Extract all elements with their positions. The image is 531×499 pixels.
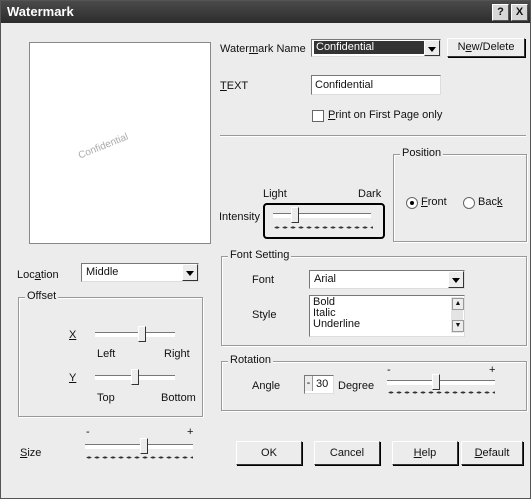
dialog-title: Watermark — [7, 4, 74, 19]
font-setting-group: Font Setting Font Arial Style Bold Itali… — [221, 249, 527, 346]
font-value: Arial — [314, 273, 337, 285]
rotation-plus-label: + — [489, 364, 496, 376]
size-slider[interactable] — [85, 437, 193, 465]
chevron-down-icon[interactable] — [424, 40, 440, 56]
offset-left-label: Left — [97, 348, 116, 360]
separator — [220, 135, 526, 137]
front-label: Front — [421, 196, 447, 208]
watermark-name-value: Confidential — [314, 41, 424, 54]
intensity-dark-label: Dark — [358, 188, 382, 200]
y-offset-slider[interactable] — [95, 369, 175, 385]
close-button[interactable]: X — [511, 4, 528, 21]
watermark-dialog: Watermark ? X Confidential Watermark Nam… — [0, 0, 531, 499]
angle-label: Angle — [252, 380, 281, 392]
cancel-button[interactable]: Cancel — [314, 441, 380, 465]
back-radio[interactable] — [463, 197, 475, 209]
new-delete-button[interactable]: New/Delete — [447, 38, 525, 57]
text-input-value: Confidential — [315, 79, 374, 91]
slider-ticks — [273, 226, 373, 229]
x-offset-slider[interactable] — [95, 326, 175, 342]
intensity-slider[interactable] — [263, 203, 385, 239]
chevron-down-icon[interactable] — [182, 264, 198, 281]
watermark-preview: Confidential — [29, 42, 211, 244]
y-label: Y — [69, 372, 77, 384]
help-title-button[interactable]: ? — [492, 4, 509, 21]
degree-label: Degree — [338, 380, 375, 392]
rotation-title: Rotation — [228, 354, 273, 366]
style-listbox[interactable]: Bold Italic Underline ▲ ▼ — [309, 295, 465, 337]
position-title: Position — [400, 147, 444, 159]
text-input[interactable]: Confidential — [311, 75, 441, 95]
watermark-name-label: Watermark Name — [220, 43, 306, 55]
font-setting-title: Font Setting — [228, 249, 292, 261]
intensity-light-label: Light — [263, 188, 287, 200]
style-option-underline[interactable]: Underline — [313, 319, 360, 330]
rotation-slider-thumb[interactable] — [432, 374, 440, 390]
y-offset-thumb[interactable] — [131, 369, 139, 385]
style-options: Bold Italic Underline — [313, 297, 360, 330]
help-button[interactable]: Help — [392, 441, 458, 465]
first-page-checkbox[interactable] — [312, 110, 324, 122]
rotation-minus-label: - — [387, 364, 391, 376]
offset-title: Offset — [25, 290, 59, 302]
first-page-label: Print on First Page only — [328, 109, 443, 121]
x-offset-thumb[interactable] — [138, 326, 146, 342]
front-radio[interactable] — [406, 197, 418, 209]
chevron-down-icon[interactable] — [448, 271, 464, 288]
angle-value: 30 — [316, 378, 329, 390]
default-button[interactable]: Default — [461, 441, 523, 465]
scroll-up-icon[interactable]: ▲ — [452, 298, 464, 310]
intensity-slider-thumb[interactable] — [291, 207, 299, 223]
slider-ticks — [387, 391, 495, 394]
size-label: Size — [20, 447, 42, 459]
location-label: Location — [17, 269, 59, 281]
offset-group: Offset X Left Right Y Top Bottom — [18, 290, 203, 417]
style-label: Style — [252, 309, 277, 321]
location-dropdown[interactable]: Middle — [81, 263, 199, 282]
angle-spin[interactable]: - 30 — [304, 375, 334, 394]
offset-top-label: Top — [97, 392, 115, 404]
font-label: Font — [252, 274, 275, 286]
title-bar: Watermark ? X — [1, 1, 530, 23]
style-scrollbar[interactable]: ▲ ▼ — [451, 297, 464, 333]
watermark-name-dropdown[interactable]: Confidential — [311, 39, 441, 57]
intensity-label: Intensity — [219, 211, 260, 223]
size-slider-thumb[interactable] — [140, 438, 148, 454]
offset-bottom-label: Bottom — [161, 392, 196, 404]
back-label: Back — [478, 196, 503, 208]
scroll-down-icon[interactable]: ▼ — [452, 320, 464, 332]
rotation-group: Rotation Angle - 30 Degree - + — [221, 354, 527, 411]
ok-button[interactable]: OK — [236, 441, 302, 465]
location-value: Middle — [86, 266, 119, 278]
text-label: TEXT — [220, 80, 249, 92]
rotation-slider[interactable] — [387, 374, 495, 400]
x-label: X — [69, 329, 77, 341]
font-dropdown[interactable]: Arial — [309, 270, 465, 289]
position-group: Position Front Back — [393, 147, 527, 242]
preview-watermark-text: Confidential — [76, 131, 130, 162]
slider-ticks — [85, 456, 193, 459]
offset-right-label: Right — [164, 348, 190, 360]
spin-minus-icon[interactable]: - — [305, 376, 313, 391]
